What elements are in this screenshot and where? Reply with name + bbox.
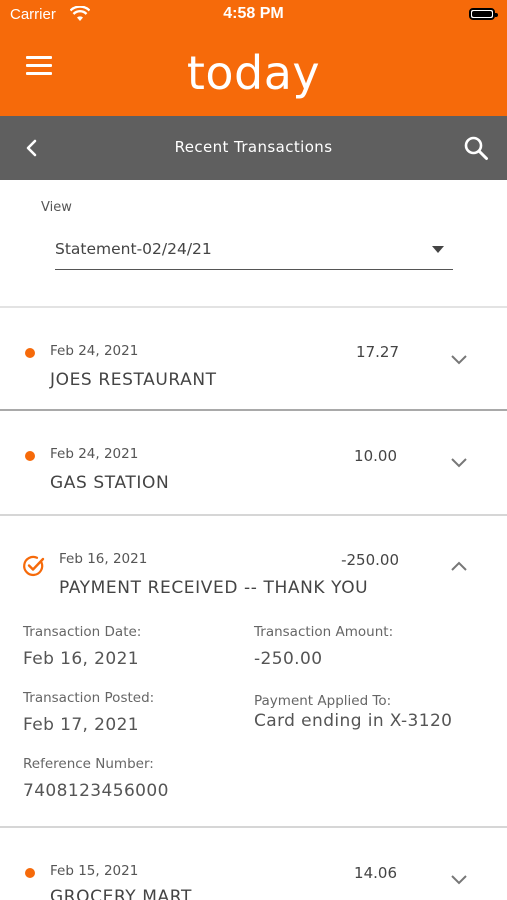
app-logo: today [186,46,321,100]
transaction-merchant: GROCERY MART [50,887,192,900]
transaction-amount: 17.27 [356,343,399,361]
battery-icon [469,8,498,20]
chevron-down-icon[interactable] [450,354,468,366]
transaction-date-value: Feb 16, 2021 [23,649,140,669]
search-icon[interactable] [463,135,489,161]
transaction-row[interactable]: Feb 24, 2021 10.00 GAS STATION [0,411,507,514]
chevron-up-icon[interactable] [450,560,468,572]
payment-applied-value: Card ending in X-3120 [254,711,453,731]
reference-number-label: Reference Number: [23,756,154,772]
pending-dot-icon [25,451,35,461]
transaction-merchant: JOES RESTAURANT [50,370,217,390]
transaction-date: Feb 16, 2021 [59,551,148,567]
pending-dot-icon [25,868,35,878]
payment-applied-label: Payment Applied To: [254,693,392,709]
transaction-posted-value: Feb 17, 2021 [23,715,140,735]
page-title: Recent Transactions [174,138,333,156]
transaction-date-label: Transaction Date: [23,624,142,640]
chevron-down-icon[interactable] [450,874,468,886]
transaction-row[interactable]: Feb 15, 2021 14.06 GROCERY MART [0,828,507,900]
transaction-row[interactable]: Feb 24, 2021 17.27 JOES RESTAURANT [0,308,507,410]
pending-dot-icon [25,348,35,358]
title-bar: Recent Transactions [0,116,507,180]
transaction-date: Feb 24, 2021 [50,446,139,462]
clock: 4:58 PM [223,5,284,22]
transaction-amount: 10.00 [354,447,397,465]
transaction-amount-value: -250.00 [254,649,323,669]
transaction-merchant: PAYMENT RECEIVED -- THANK YOU [59,578,369,598]
app-header: today [0,30,507,116]
reference-number-value: 7408123456000 [23,781,169,801]
transaction-merchant: GAS STATION [50,473,170,493]
status-bar: Carrier 4:58 PM [0,0,507,30]
transaction-row-expanded[interactable]: Feb 16, 2021 -250.00 PAYMENT RECEIVED --… [0,516,507,826]
dropdown-caret-icon [432,246,444,253]
transaction-amount: -250.00 [341,551,399,569]
transaction-posted-label: Transaction Posted: [23,690,155,706]
transaction-amount: 14.06 [354,864,397,882]
chevron-down-icon[interactable] [450,457,468,469]
transaction-date: Feb 24, 2021 [50,343,139,359]
statement-select[interactable]: Statement-02/24/21 [55,235,453,270]
transaction-date: Feb 15, 2021 [50,863,139,879]
payment-check-icon [23,555,45,577]
view-label: View [41,200,72,215]
transaction-amount-label: Transaction Amount: [254,624,394,640]
statement-select-value: Statement-02/24/21 [55,240,212,258]
